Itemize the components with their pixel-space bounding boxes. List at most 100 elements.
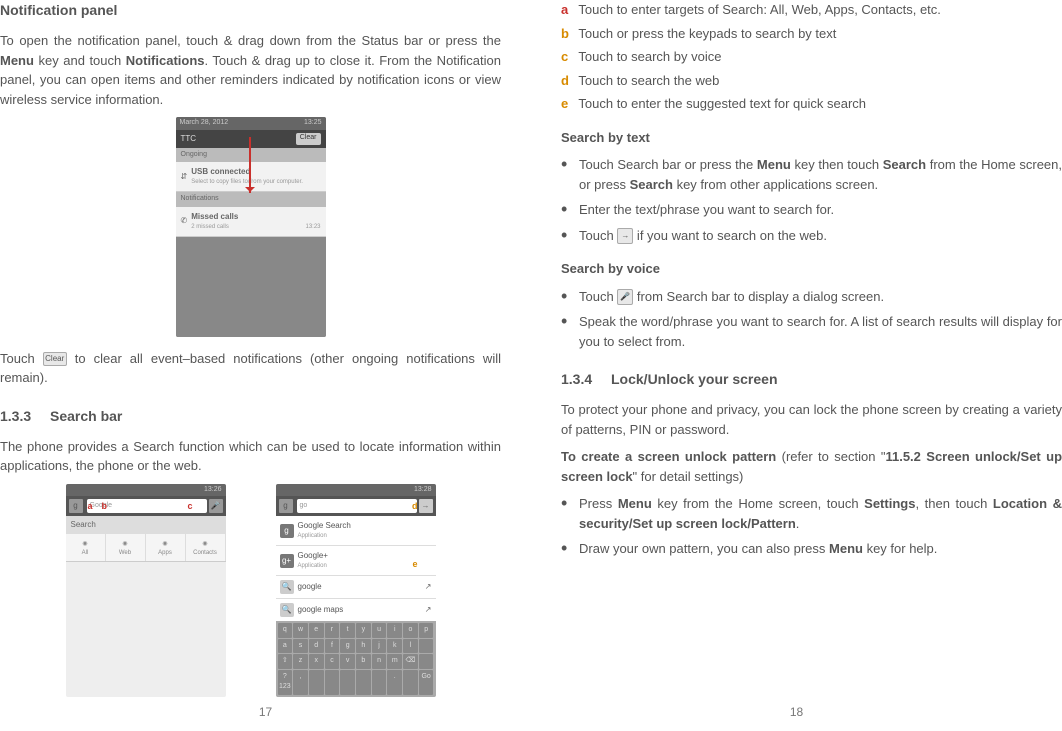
list-item: Draw your own pattern, you can also pres… xyxy=(561,539,1062,559)
notif-panel-title: Notification panel xyxy=(0,0,501,21)
legend-item: a Touch to enter targets of Search: All,… xyxy=(561,0,1062,20)
notif-panel-mock: March 28, 201213:25 TTCClear Ongoing ⇵ U… xyxy=(176,117,326,337)
key xyxy=(309,670,324,695)
key: w xyxy=(293,623,308,638)
key: t xyxy=(340,623,355,638)
key: . xyxy=(387,670,402,695)
key: u xyxy=(372,623,387,638)
search-by-voice-title: Search by voice xyxy=(561,259,1062,279)
search-bar-paragraph: The phone provides a Search function whi… xyxy=(0,437,501,476)
usb-icon: ⇵ xyxy=(181,171,188,183)
key: ⌫ xyxy=(403,654,418,669)
key: Go xyxy=(419,670,434,695)
legend-item: d Touch to search the web xyxy=(561,71,1062,91)
key: d xyxy=(309,639,324,654)
legend-key: c xyxy=(561,47,575,67)
callout-c: c xyxy=(188,500,193,514)
legend-text: Touch or press the keypads to search by … xyxy=(578,26,836,41)
page-left: Notification panel To open the notificat… xyxy=(0,0,531,731)
legend-text: Touch to enter the suggested text for qu… xyxy=(578,96,866,111)
search-mocks: 13:26 g Google 🎤 Search ◉All ◉Web ◉Apps … xyxy=(0,484,501,697)
clear-icon: Clear xyxy=(43,352,67,366)
key xyxy=(419,654,434,669)
key: g xyxy=(340,639,355,654)
search-icon: 🔍 xyxy=(280,603,294,617)
callout-d: d xyxy=(412,500,418,514)
list-item: Touch Search bar or press the Menu key t… xyxy=(561,155,1062,194)
notif-panel-paragraph: To open the notification panel, touch & … xyxy=(0,31,501,109)
list-item: Touch 🎤 from Search bar to display a dia… xyxy=(561,287,1062,307)
key: o xyxy=(403,623,418,638)
suggest-icon: ↗ xyxy=(425,604,432,616)
key: h xyxy=(356,639,371,654)
key: k xyxy=(387,639,402,654)
apps-icon: ◉ xyxy=(146,540,185,549)
app-icon: g xyxy=(280,524,294,538)
create-pattern-steps: Press Menu key from the Home screen, tou… xyxy=(561,494,1062,559)
notif-mock-container: March 28, 201213:25 TTCClear Ongoing ⇵ U… xyxy=(0,117,501,337)
key: ⇧ xyxy=(278,654,293,669)
list-item: Touch → if you want to search on the web… xyxy=(561,226,1062,246)
go-arrow-icon: → xyxy=(617,228,633,244)
legend-text: Touch to enter targets of Search: All, W… xyxy=(578,2,941,17)
list-item: Speak the word/phrase you want to search… xyxy=(561,312,1062,351)
google-icon: g xyxy=(69,499,83,513)
callout-b: b xyxy=(102,500,108,514)
key xyxy=(356,670,371,695)
web-icon: ◉ xyxy=(106,540,145,549)
key: , xyxy=(293,670,308,695)
create-pattern-paragraph: To create a screen unlock pattern (refer… xyxy=(561,447,1062,486)
clear-paragraph: Touch Clear to clear all event–based not… xyxy=(0,349,501,388)
missed-item: ✆ Missed calls 2 missed calls13:23 xyxy=(176,207,326,237)
app-icon: g+ xyxy=(280,554,294,568)
key: l xyxy=(403,639,418,654)
list-item: Enter the text/phrase you want to search… xyxy=(561,200,1062,220)
section-1-3-3: 1.3.3Search bar xyxy=(0,406,501,427)
key: s xyxy=(293,639,308,654)
search-icon: 🔍 xyxy=(280,580,294,594)
key: c xyxy=(325,654,340,669)
key: n xyxy=(372,654,387,669)
key xyxy=(325,670,340,695)
search-by-voice-list: Touch 🎤 from Search bar to display a dia… xyxy=(561,287,1062,352)
google-icon: g xyxy=(279,499,293,513)
contacts-icon: ◉ xyxy=(186,540,225,549)
search-by-text-title: Search by text xyxy=(561,128,1062,148)
key: j xyxy=(372,639,387,654)
missed-call-icon: ✆ xyxy=(181,215,188,227)
legend-key: b xyxy=(561,24,575,44)
key: y xyxy=(356,623,371,638)
legend-text: Touch to search by voice xyxy=(578,49,721,64)
mic-icon: 🎤 xyxy=(209,499,223,513)
legend-item: e Touch to enter the suggested text for … xyxy=(561,94,1062,114)
callout-e: e xyxy=(412,558,417,572)
keyboard-mock: qwertyuiopasdfghjkl⇧zxcvbnm⌫?123,.Go xyxy=(276,621,436,697)
legend-key: d xyxy=(561,71,575,91)
section-1-3-4: 1.3.4Lock/Unlock your screen xyxy=(561,369,1062,390)
search-by-text-list: Touch Search bar or press the Menu key t… xyxy=(561,155,1062,245)
key: x xyxy=(309,654,324,669)
clear-button-mock: Clear xyxy=(296,133,321,145)
lock-paragraph: To protect your phone and privacy, you c… xyxy=(561,400,1062,439)
key xyxy=(372,670,387,695)
page-number-left: 17 xyxy=(0,703,531,721)
key: q xyxy=(278,623,293,638)
key: ?123 xyxy=(278,670,293,695)
suggest-icon: ↗ xyxy=(425,581,432,593)
list-item: Press Menu key from the Home screen, tou… xyxy=(561,494,1062,533)
key: e xyxy=(309,623,324,638)
key: r xyxy=(325,623,340,638)
key: i xyxy=(387,623,402,638)
legend-item: b Touch or press the keypads to search b… xyxy=(561,24,1062,44)
page-number-right: 18 xyxy=(531,703,1062,721)
mic-icon: 🎤 xyxy=(617,289,633,305)
legend-item: c Touch to search by voice xyxy=(561,47,1062,67)
page-right: a Touch to enter targets of Search: All,… xyxy=(531,0,1062,731)
legend-key: a xyxy=(561,0,575,20)
key xyxy=(419,639,434,654)
key: b xyxy=(356,654,371,669)
key: m xyxy=(387,654,402,669)
callout-a: a xyxy=(88,500,93,514)
legend-key: e xyxy=(561,94,575,114)
go-arrow-icon: → xyxy=(419,499,433,513)
